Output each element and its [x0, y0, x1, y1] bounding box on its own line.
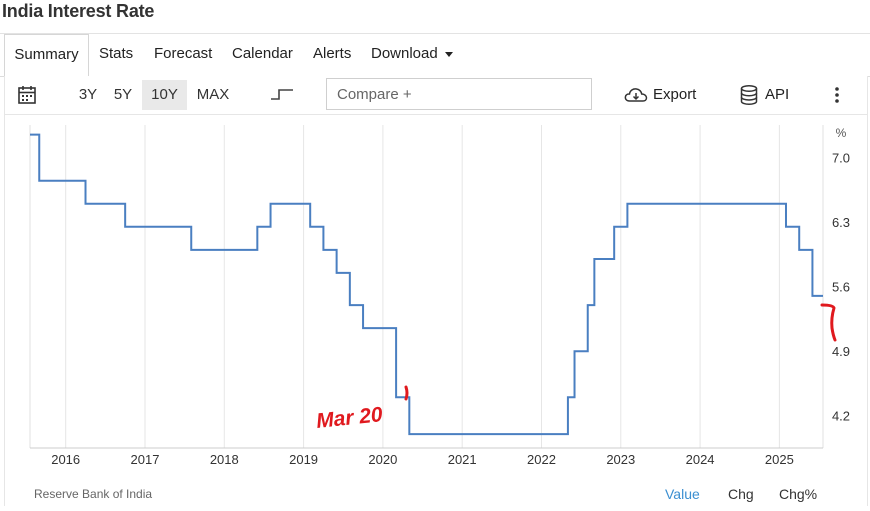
annotation-mark: [404, 385, 409, 401]
tab-alerts-label: Alerts: [313, 45, 352, 62]
tab-calendar-label: Calendar: [232, 45, 293, 62]
export-label: Export: [653, 86, 697, 103]
chg-percent-button[interactable]: Chg%: [779, 486, 817, 502]
range-10y-button[interactable]: 10Y: [142, 80, 187, 110]
chg-button[interactable]: Chg: [728, 486, 754, 502]
y-tick-label: 6.3: [832, 215, 850, 230]
x-tick-label: 2021: [448, 452, 477, 467]
x-tick-label: 2017: [131, 452, 160, 467]
cloud-download-icon: [624, 88, 648, 102]
annotation-text: Mar 20: [315, 403, 384, 433]
range-3y-button[interactable]: 3Y: [73, 80, 103, 110]
tab-download[interactable]: Download: [371, 34, 453, 75]
range-10y-label: 10Y: [151, 86, 178, 103]
x-tick-label: 2024: [686, 452, 715, 467]
range-max-label: MAX: [196, 86, 230, 103]
value-button[interactable]: Value: [665, 486, 700, 502]
source-label: Reserve Bank of India: [34, 487, 153, 501]
tab-forecast[interactable]: Forecast: [154, 34, 212, 75]
tab-bar: Summary Stats Forecast Calendar Alerts D…: [0, 33, 870, 77]
database-icon: [740, 84, 758, 106]
x-tick-label: 2025: [765, 452, 794, 467]
api-label: API: [765, 86, 790, 103]
interest-rate-chart: 2016 2017 2018 2019 2020 2021 2022 2023 2024 2025…: [29, 125, 850, 467]
y-tick-label: 5.6: [832, 280, 850, 295]
tab-stats-label: Stats: [99, 45, 134, 62]
range-5y-button[interactable]: 5Y: [108, 80, 138, 110]
x-tick-label: 2016: [51, 452, 80, 467]
range-5y-label: 5Y: [113, 86, 133, 103]
range-max-button[interactable]: MAX: [193, 80, 233, 110]
chart-toolbar: 3Y 5Y 10Y MAX Export API: [4, 76, 868, 115]
y-unit-label: %: [836, 126, 847, 140]
x-tick-label: 2018: [210, 452, 239, 467]
tab-stats[interactable]: Stats: [99, 34, 133, 75]
tab-download-label: Download: [371, 45, 438, 62]
x-tick-label: 2022: [527, 452, 556, 467]
y-tick-label: 4.2: [832, 409, 850, 424]
tab-forecast-label: Forecast: [154, 45, 213, 62]
export-button[interactable]: Export: [623, 80, 696, 110]
tab-alerts[interactable]: Alerts: [313, 34, 351, 75]
annotation-bracket: [820, 303, 837, 342]
rate-step-line: [30, 133, 823, 436]
chevron-down-icon: [444, 51, 453, 57]
tab-calendar[interactable]: Calendar: [232, 34, 293, 75]
compare-input[interactable]: [326, 78, 592, 110]
calendar-icon[interactable]: [17, 84, 39, 106]
more-vertical-icon[interactable]: [831, 85, 843, 105]
api-button[interactable]: API: [739, 80, 789, 110]
x-tick-label: 2019: [289, 452, 318, 467]
range-3y-label: 3Y: [78, 86, 98, 103]
tab-summary[interactable]: Summary: [4, 34, 89, 77]
step-line-icon[interactable]: [269, 86, 295, 102]
x-tick-label: 2020: [368, 452, 397, 467]
x-tick-label: 2023: [606, 452, 635, 467]
chart-panel: 2016 2017 2018 2019 2020 2021 2022 2023 2024 2025…: [4, 115, 868, 506]
page-title: India Interest Rate: [2, 1, 155, 21]
tab-summary-label: Summary: [14, 46, 79, 63]
y-tick-label: 4.9: [832, 344, 850, 359]
y-tick-label: 7.0: [832, 151, 850, 166]
